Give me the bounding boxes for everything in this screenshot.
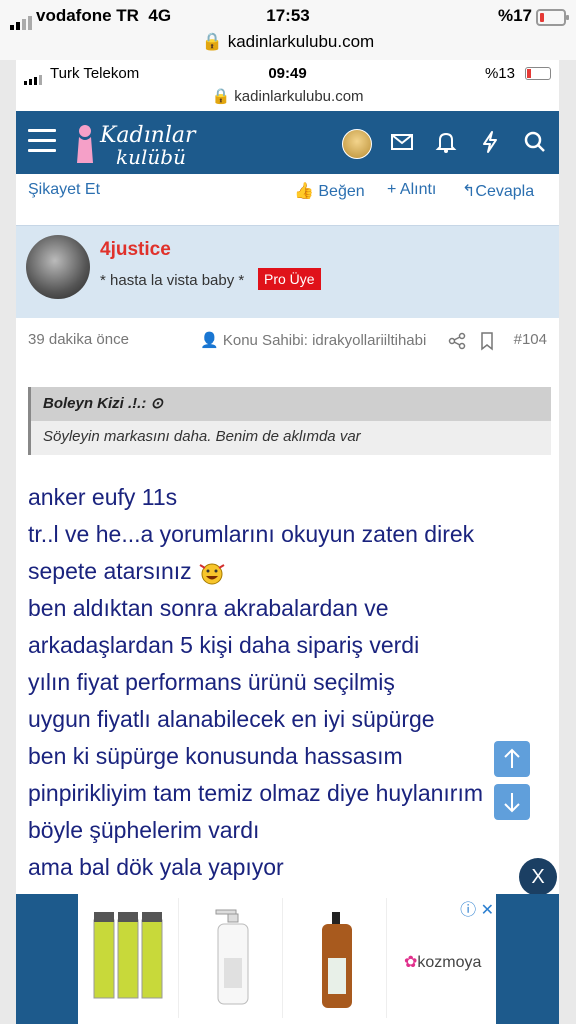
inner-address-bar[interactable]: 🔒 kadinlarkulubu.com	[16, 87, 559, 105]
content-line: ama bal dök yala yapıyor	[28, 854, 284, 880]
post-meta: 39 dakika önce 👤 Konu Sahibi: idrakyolla…	[16, 318, 559, 364]
content-line-with-smiley: sepete atarsınız	[28, 553, 553, 590]
embedded-screenshot: Turk Telekom 09:49 %13 🔒 kadinlarkulubu.…	[16, 60, 559, 1024]
bookmark-icon[interactable]	[479, 331, 495, 351]
content-line: tr..l ve he...a yorumlarını okuyun zaten…	[28, 521, 475, 547]
like-label: Beğen	[318, 183, 365, 200]
quote-author: Boleyn Kizi .!.:	[43, 395, 147, 412]
reply-label: Cevapla	[475, 183, 535, 200]
site-logo[interactable]: Kadınlar kulübü	[74, 119, 204, 169]
post-number[interactable]: #104	[514, 331, 547, 348]
thread-owner-label: Konu Sahibi: idrakyollariiltihabi	[222, 332, 427, 349]
close-ad-button[interactable]: X	[519, 858, 557, 896]
like-button[interactable]: 👍 Beğen	[294, 181, 365, 201]
site-navbar: Kadınlar kulübü	[16, 111, 559, 177]
post-header: 4justice * hasta la vista baby * Pro Üye	[16, 225, 559, 319]
ad-banner[interactable]: ⓘ ✕ ✿kozmoya	[16, 894, 559, 1024]
thumbs-up-icon: 👍	[294, 183, 314, 200]
pump-bottle-image	[215, 909, 249, 1005]
content-line: arkadaşlardan 5 kişi daha sipariş verdi	[28, 632, 420, 658]
info-icon: ⓘ	[460, 902, 477, 919]
content-line: ben aldıktan sonra akrabalardan ve	[28, 595, 389, 621]
report-link[interactable]: Şikayet Et	[28, 181, 100, 199]
scroll-down-button[interactable]	[494, 784, 530, 820]
battery-percent: %17	[497, 6, 532, 25]
content-line: uygun fiyatlı alanabilecek en iyi süpürg…	[28, 706, 435, 732]
ad-product-serum[interactable]	[288, 898, 387, 1018]
hamburger-menu-icon[interactable]	[28, 129, 56, 152]
post-actions-bar: Şikayet Et 👍 Beğen + Alıntı ↰Cevapla	[16, 174, 559, 206]
shampoo-bottles-image	[93, 912, 163, 999]
content-line: sepete atarsınız	[28, 558, 192, 584]
laughing-smiley-icon	[199, 563, 225, 585]
user-avatar[interactable]	[26, 235, 90, 299]
user-title: * hasta la vista baby *	[100, 272, 245, 289]
ad-content[interactable]: ⓘ ✕ ✿kozmoya	[78, 894, 496, 1024]
envelope-icon[interactable]	[389, 129, 415, 155]
pro-member-badge: Pro Üye	[258, 268, 321, 290]
battery-icon	[536, 9, 569, 26]
post-time[interactable]: 39 dakika önce	[28, 331, 129, 348]
scroll-up-button[interactable]	[494, 741, 530, 777]
ad-close-x-icon: ✕	[480, 902, 494, 919]
person-icon: 👤	[200, 332, 219, 349]
arrow-down-icon	[504, 793, 520, 813]
post-content: anker eufy 11s tr..l ve he...a yorumları…	[28, 479, 553, 886]
logo-text-line2: kulübü	[116, 145, 186, 169]
lightning-icon[interactable]	[477, 129, 503, 155]
url-text: kadinlarkulubu.com	[227, 32, 375, 51]
inner-url-text: kadinlarkulubu.com	[234, 88, 364, 105]
username[interactable]: 4justice	[100, 239, 171, 261]
reply-button[interactable]: ↰Cevapla	[462, 181, 534, 201]
inner-status-bar: Turk Telekom 09:49 %13 🔒 kadinlarkulubu.…	[16, 60, 559, 110]
thread-owner: 👤 Konu Sahibi: idrakyollariiltihabi	[200, 331, 426, 349]
amber-bottle-image	[322, 912, 352, 1008]
inner-battery-icon	[525, 67, 551, 80]
reply-arrow-icon: ↰	[462, 183, 476, 200]
clock: 17:53	[266, 6, 310, 25]
advertiser-name: kozmoya	[417, 954, 482, 971]
content-line: yılın fiyat performans ürünü seçilmiş	[28, 669, 395, 695]
ad-product-lotion[interactable]	[184, 898, 283, 1018]
inner-lock-icon: 🔒	[211, 88, 231, 105]
content-line: böyle şüphelerim vardı	[28, 817, 260, 843]
arrow-up-circle-icon: ⊙	[150, 395, 164, 412]
outer-status-bar: vodafone TR 4G 17:53 %17 🔒 kadinlarkulub…	[0, 0, 576, 60]
flower-logo-icon: ✿	[404, 954, 418, 971]
quote-header[interactable]: Boleyn Kizi .!.: ⊙	[31, 387, 551, 421]
search-icon[interactable]	[522, 129, 548, 155]
content-line: ben ki süpürge konusunda hassasım	[28, 743, 403, 769]
inner-battery-percent: %13	[484, 65, 515, 82]
ad-product-shampoo[interactable]	[80, 898, 179, 1018]
logo-figure-icon	[77, 125, 93, 163]
user-avatar-nav[interactable]	[342, 129, 372, 159]
lock-icon: 🔒	[201, 32, 223, 51]
advertiser-logo[interactable]: ✿kozmoya	[404, 952, 481, 972]
bell-icon[interactable]	[433, 129, 459, 155]
quote-text: Söyleyin markasını daha. Benim de aklımd…	[43, 428, 361, 445]
content-line: pinpirikliyim tam temiz olmaz diye huyla…	[28, 780, 484, 806]
quote-button[interactable]: + Alıntı	[387, 181, 436, 199]
inner-clock: 09:49	[268, 65, 307, 82]
address-bar[interactable]: 🔒 kadinlarkulubu.com	[0, 32, 576, 52]
arrow-up-icon	[504, 748, 520, 768]
ad-choices[interactable]: ⓘ ✕	[460, 896, 494, 920]
share-icon[interactable]	[448, 332, 466, 350]
content-line: anker eufy 11s	[28, 484, 178, 510]
quoted-post: Boleyn Kizi .!.: ⊙ Söyleyin markasını da…	[28, 387, 551, 455]
